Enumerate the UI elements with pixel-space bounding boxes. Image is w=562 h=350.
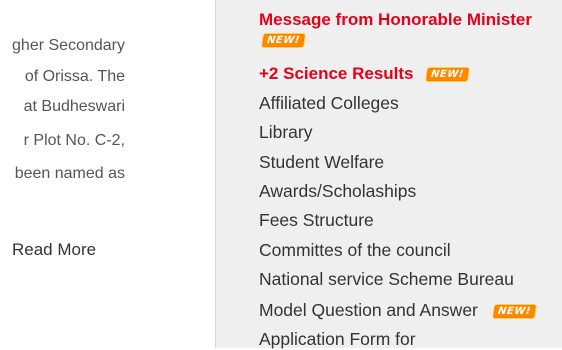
link-library[interactable]: Library	[259, 121, 313, 143]
link-student-welfare[interactable]: Student Welfare	[259, 151, 384, 173]
about-panel: gher Secondary of Orissa. The at Budhesw…	[0, 0, 215, 348]
about-text-line: of Orissa. The	[24, 68, 125, 85]
link-affiliated-colleges[interactable]: Affiliated Colleges	[259, 92, 399, 114]
new-badge-icon: NEW!	[491, 303, 537, 319]
new-badge-icon: NEW!	[425, 67, 471, 83]
link-awards-scholarships[interactable]: Awards/Scholaships	[259, 180, 416, 202]
link-nss-bureau[interactable]: National service Scheme Bureau	[259, 268, 514, 290]
quick-links-panel: Message from Honorable Minister NEW! +2 …	[216, 0, 562, 350]
read-more-link[interactable]: Read More	[12, 240, 96, 260]
about-text-line: gher Secondary	[12, 37, 125, 54]
link-label: +2 Science Results	[259, 64, 414, 83]
link-label: Model Question and Answer	[259, 300, 478, 320]
link-fees-structure[interactable]: Fees Structure	[259, 209, 374, 231]
link-message-from-minister[interactable]: Message from Honorable Minister	[259, 9, 532, 31]
about-text-line: r Plot No. C-2,	[23, 132, 125, 149]
link-science-results[interactable]: +2 Science Results NEW!	[259, 63, 471, 85]
link-label: Message from Honorable Minister	[259, 10, 533, 29]
link-committees[interactable]: Committes of the council	[259, 239, 451, 261]
link-application-form[interactable]: Application Form for	[259, 328, 416, 350]
new-badge-icon: NEW!	[260, 33, 306, 48]
about-text-line: been named as	[14, 165, 125, 182]
link-model-question-answer[interactable]: Model Question and Answer NEW!	[259, 299, 537, 321]
about-text-line: at Budheswari	[23, 98, 125, 115]
